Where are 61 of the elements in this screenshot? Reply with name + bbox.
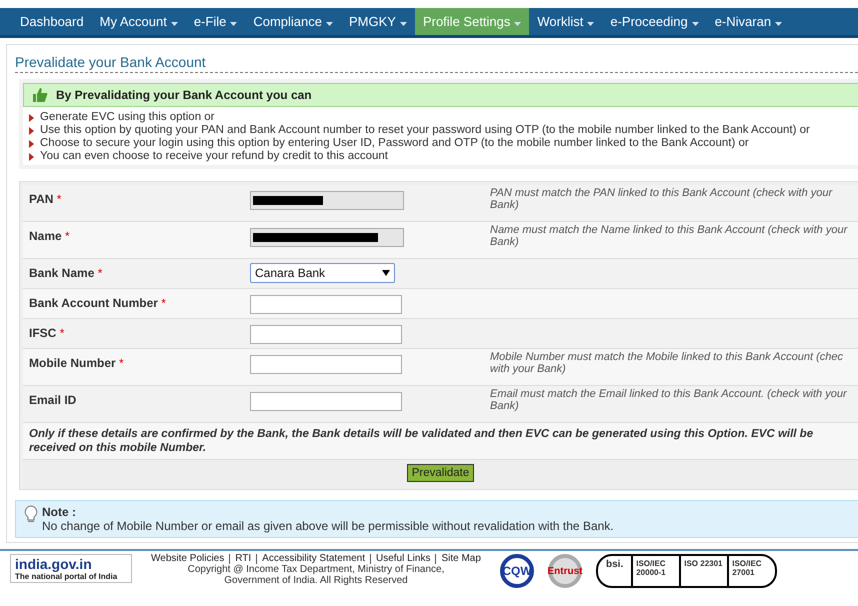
nav-tab[interactable]: e-File xyxy=(186,8,246,35)
field-label: Bank Account Number * xyxy=(29,295,167,310)
field-label: Name * xyxy=(29,228,71,243)
nav-tab[interactable]: Dashboard xyxy=(12,8,92,35)
prevalidate-button[interactable]: Prevalidate xyxy=(406,464,474,482)
bullet-icon xyxy=(29,152,34,160)
benefit-text: Generate EVC using this option or xyxy=(40,111,215,124)
footer-link[interactable]: RTI xyxy=(229,554,256,564)
caret-icon xyxy=(587,22,594,26)
help-text: Mobile Number must match the Mobile linked to this Bank Account (chec with your Bank) xyxy=(490,351,844,375)
caret-icon xyxy=(230,22,238,26)
readonly-field[interactable] xyxy=(250,228,404,247)
thumbs-up-icon xyxy=(32,87,48,103)
note-text: No change of Mobile Number or email as given above will be permissible without revalidation with the Bank. xyxy=(42,519,614,533)
input-field[interactable] xyxy=(250,355,402,374)
nav-tab[interactable]: My Account xyxy=(92,8,186,35)
info-banner: By Prevalidating your Bank Account you can xyxy=(23,83,858,107)
caret-icon xyxy=(514,22,522,26)
notice-text: Only if these details are confirmed by the Bank, the Bank details will be validated and then EVC can be generated using this Option. EVC will be received on this mobile Number. xyxy=(23,423,858,460)
certification-logo: bsi. ISO/IEC 20000-1 ISO 22301 ISO/IEC 27001 xyxy=(596,554,778,588)
seal-logo: Entrust xyxy=(548,554,582,588)
copyright-text: Copyright @ Income Tax Department, Ministry of Finance, xyxy=(188,564,444,575)
field-label: PAN * xyxy=(29,191,62,206)
bank-select[interactable]: Canara Bank xyxy=(250,263,395,283)
caret-icon xyxy=(382,270,390,276)
bullet-icon xyxy=(29,126,34,134)
footer-link[interactable]: Website Policies xyxy=(146,554,230,564)
caret-icon xyxy=(775,22,782,26)
bullet-icon xyxy=(29,114,34,122)
benefit-text: You can even choose to receive your refund by credit to this account xyxy=(40,150,388,163)
caret-icon xyxy=(692,22,699,26)
benefit-text: Use this option by quoting your PAN and Bank Account number to reset your password using OTP (to the mobile number linked to the Bank Account) or xyxy=(40,124,810,137)
nav-tab[interactable]: e-Nivaran xyxy=(706,8,790,35)
help-text: Name must match the Name linked to this Bank Account (check with your Bank) xyxy=(490,224,849,248)
bullet-icon xyxy=(29,140,34,148)
help-text: Email must match the Email linked to this Bank Account. (check with your Bank) xyxy=(490,388,848,412)
caret-icon xyxy=(400,22,407,26)
nav-tab[interactable]: e-Proceeding xyxy=(602,8,707,35)
caret-icon xyxy=(170,22,178,26)
field-label: Bank Name * xyxy=(29,265,104,280)
nav-tab[interactable]: Compliance xyxy=(245,8,341,35)
footer-link[interactable]: Site Map xyxy=(435,554,486,564)
lightbulb-icon xyxy=(24,505,38,523)
note-title: Note : xyxy=(42,505,77,519)
page-title: Prevalidate your Bank Account xyxy=(15,49,858,73)
help-text: PAN must match the PAN linked to this Bank Account (check with your Bank) xyxy=(490,187,834,211)
field-label: Email ID xyxy=(29,392,78,407)
field-label: Mobile Number * xyxy=(29,355,125,370)
nav-tab[interactable]: Worklist xyxy=(529,8,602,35)
field-label: IFSC * xyxy=(29,325,66,340)
nav-tab[interactable]: PMGKY xyxy=(340,8,415,35)
copyright-text: Government of India. All Rights Reserved xyxy=(224,575,408,586)
footer-link[interactable]: Useful Links xyxy=(370,554,436,564)
caret-icon xyxy=(326,22,333,26)
footer-link[interactable]: Accessibility Statement xyxy=(256,554,370,564)
readonly-field[interactable] xyxy=(250,191,404,210)
benefit-text: Choose to secure your login using this option by entering User ID, Password and OTP (to the mobile number linked to the Bank Account) or xyxy=(40,137,749,150)
input-field[interactable] xyxy=(250,325,402,344)
input-field[interactable] xyxy=(250,295,402,314)
input-field[interactable] xyxy=(250,392,402,411)
portal-logo[interactable]: india.gov.in The national portal of India xyxy=(10,554,132,583)
